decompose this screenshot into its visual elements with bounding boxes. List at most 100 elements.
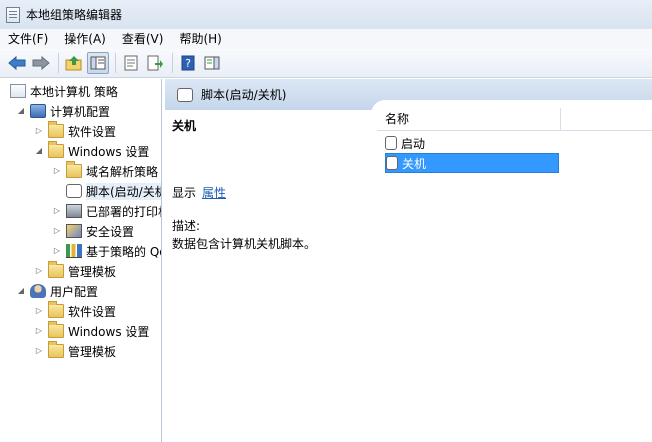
menu-file[interactable]: 文件(F) [0,29,56,49]
menu-help[interactable]: 帮助(H) [171,29,229,49]
expand-arrow-icon[interactable]: ▷ [52,246,62,256]
folder-icon [48,141,64,158]
back-arrow-icon [8,56,26,70]
folder-icon [48,301,64,318]
security-icon [66,224,82,238]
forward-button[interactable] [30,52,52,74]
tree-item-scripts[interactable]: 脚本(启动/关机) [52,181,161,201]
folder-icon [48,321,64,338]
tree-label: 用户配置 [50,284,99,299]
script-icon [177,87,193,102]
collapse-arrow-icon[interactable]: ◢ [16,106,26,116]
help-icon: ? [181,55,195,71]
computer-icon [30,104,46,118]
expand-arrow-icon[interactable]: ▷ [52,226,62,236]
toolbar-separator [115,53,116,73]
list-item-label: 启动 [401,136,426,151]
export-list-button[interactable] [144,52,166,74]
tree-item-policy-qos[interactable]: ▷ 基于策略的 QoS [52,241,161,261]
tree-pane: 本地计算机 策略 ◢ 计算机配置 ▷ 软件设置 ◢ Windows 设置 ▷ 域… [0,79,162,442]
export-list-icon [147,55,163,71]
properties-icon [124,55,138,71]
window-title: 本地组策略编辑器 [26,8,123,22]
tree-label: 软件设置 [68,304,117,319]
description-label: 描述: [172,219,201,233]
tree-label: 计算机配置 [50,104,111,119]
column-header-name[interactable]: 名称 [377,107,561,131]
policy-editor-icon [6,6,20,23]
svg-text:?: ? [185,57,191,70]
script-icon [385,136,397,150]
tree-item-deployed-printers[interactable]: ▷ 已部署的打印机 [52,201,162,221]
tree-item-local-policy[interactable]: 本地计算机 策略 [10,81,118,101]
tree-label: 域名解析策略 [86,164,159,179]
tree-label: 管理模板 [68,344,117,359]
collapse-arrow-icon[interactable]: ◢ [34,146,44,156]
show-label: 显示 [172,186,197,200]
menu-view[interactable]: 查看(V) [114,29,172,49]
expand-arrow-icon[interactable]: ▷ [34,346,44,356]
tree-item-windows-settings[interactable]: ◢ Windows 设置 [34,141,149,161]
expand-arrow-icon[interactable]: ▷ [52,166,62,176]
tree-label: Windows 设置 [68,144,150,159]
detail-title: 关机 [172,119,197,133]
list-item[interactable]: 关机 [385,153,559,173]
folder-icon [48,121,64,138]
back-button[interactable] [6,52,28,74]
details-header-title: 脚本(启动/关机) [201,88,287,102]
list-item[interactable]: 启动 [385,133,559,153]
tree-item-software-settings[interactable]: ▷ 软件设置 [34,121,116,141]
tree-label: 已部署的打印机 [86,204,162,219]
expand-arrow-icon[interactable]: ▷ [52,206,62,216]
folder-icon [66,161,82,178]
title-bar: 本地组策略编辑器 [0,0,652,29]
expand-arrow-icon[interactable]: ▷ [34,266,44,276]
tree-label: 安全设置 [86,224,135,239]
tree-item-user-admin-templates[interactable]: ▷ 管理模板 [34,341,116,361]
tree-label: 管理模板 [68,264,117,279]
expand-arrow-icon[interactable]: ▷ [34,326,44,336]
menu-action[interactable]: 操作(A) [56,29,114,49]
show-row: 显示 属性 [172,184,226,201]
show-hide-action-pane-button[interactable] [201,52,223,74]
expand-arrow-icon[interactable]: ▷ [34,126,44,136]
tree-item-security-settings[interactable]: ▷ 安全设置 [52,221,134,241]
folder-icon [48,261,64,278]
script-icon [386,156,398,170]
printer-icon [66,204,82,218]
folder-icon [48,341,64,358]
up-folder-icon [65,56,82,71]
tree-label: 脚本(启动/关机) [86,182,161,200]
properties-button[interactable] [120,52,142,74]
description-text: 数据包含计算机关机脚本。 [172,237,317,251]
toolbar: ? [0,49,652,78]
up-button[interactable] [63,52,85,74]
show-hide-tree-icon [90,56,106,70]
menu-bar: 文件(F) 操作(A) 查看(V) 帮助(H) [0,29,652,49]
tree-label: 软件设置 [68,124,117,139]
tree-item-user-config[interactable]: ◢ 用户配置 [16,281,98,301]
tree-item-user-software-settings[interactable]: ▷ 软件设置 [34,301,116,321]
list-header: 名称 [377,107,652,131]
show-hide-action-pane-icon [204,56,220,70]
user-icon [30,284,46,298]
collapse-arrow-icon[interactable]: ◢ [16,286,26,296]
tree-item-user-windows-settings[interactable]: ▷ Windows 设置 [34,321,149,341]
toolbar-separator [58,53,59,73]
tree-item-name-resolution[interactable]: ▷ 域名解析策略 [52,161,158,181]
tree-label: 本地计算机 策略 [30,84,118,99]
tree-label: 基于策略的 QoS [86,244,161,259]
script-list: 名称 启动 关机 [371,100,652,442]
script-icon [66,184,82,198]
tree-item-computer-config[interactable]: ◢ 计算机配置 [16,101,110,121]
forward-arrow-icon [32,56,50,70]
show-hide-tree-button[interactable] [87,52,109,74]
expand-arrow-icon[interactable]: ▷ [34,306,44,316]
toolbar-separator [172,53,173,73]
tree-item-admin-templates[interactable]: ▷ 管理模板 [34,261,116,281]
properties-link[interactable]: 属性 [202,186,226,200]
tree-label: Windows 设置 [68,324,150,339]
help-button[interactable]: ? [177,52,199,74]
details-pane: 脚本(启动/关机) 关机 显示 属性 描述: 数据包含计算机关机脚本。 名称 启动… [165,79,652,442]
